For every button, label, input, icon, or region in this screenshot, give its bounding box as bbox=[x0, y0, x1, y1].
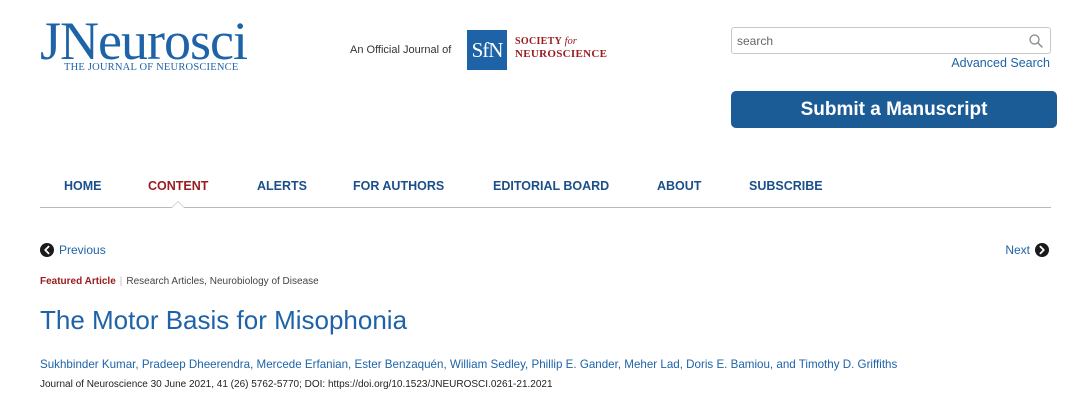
next-label: Next bbox=[1005, 243, 1030, 257]
sfn-society-name[interactable]: SOCIETY for NEUROSCIENCE bbox=[515, 35, 607, 61]
article-authors[interactable]: Sukhbinder Kumar, Pradeep Dheerendra, Me… bbox=[40, 358, 897, 371]
jneurosci-logo[interactable]: JNeurosci THE JOURNAL OF NEUROSCIENCE bbox=[40, 12, 300, 76]
article-citation: Journal of Neuroscience 30 June 2021, 41… bbox=[40, 379, 553, 390]
sfn-for-word: for bbox=[564, 36, 577, 47]
nav-item-about[interactable]: ABOUT bbox=[657, 179, 701, 193]
nav-item-alerts[interactable]: ALERTS bbox=[257, 179, 307, 193]
sfn-neuroscience-word: NEUROSCIENCE bbox=[515, 48, 608, 60]
active-nav-caret bbox=[171, 201, 185, 208]
search-box bbox=[731, 27, 1051, 54]
category-separator: | bbox=[119, 276, 123, 287]
logo-subtitle: THE JOURNAL OF NEUROSCIENCE bbox=[64, 62, 239, 73]
sfn-society-word: SOCIETY bbox=[515, 36, 562, 47]
nav-item-for-authors[interactable]: FOR AUTHORS bbox=[353, 179, 444, 193]
main-nav: HOME CONTENT ALERTS FOR AUTHORS EDITORIA… bbox=[40, 174, 1051, 208]
nav-item-home[interactable]: HOME bbox=[64, 179, 102, 193]
submit-manuscript-button[interactable]: Submit a Manuscript bbox=[731, 91, 1057, 128]
search-icon[interactable] bbox=[1028, 33, 1044, 49]
previous-label: Previous bbox=[59, 243, 106, 257]
next-article-link[interactable]: Next bbox=[1005, 243, 1049, 257]
article-category-line: Featured Article | Research Articles, Neur… bbox=[40, 276, 319, 287]
featured-article-label[interactable]: Featured Article bbox=[40, 276, 116, 287]
search-input[interactable] bbox=[732, 28, 1022, 53]
official-journal-text: An Official Journal of bbox=[350, 44, 452, 56]
nav-item-editorial-board[interactable]: EDITORIAL BOARD bbox=[493, 179, 609, 193]
previous-article-link[interactable]: Previous bbox=[40, 243, 106, 257]
nav-item-subscribe[interactable]: SUBSCRIBE bbox=[749, 179, 823, 193]
article-title: The Motor Basis for Misophonia bbox=[40, 305, 408, 335]
arrow-left-circle-icon bbox=[40, 243, 54, 257]
sfn-logo[interactable]: SfN bbox=[467, 30, 507, 70]
arrow-right-circle-icon bbox=[1035, 243, 1049, 257]
nav-item-content[interactable]: CONTENT bbox=[148, 179, 208, 193]
advanced-search-link[interactable]: Advanced Search bbox=[951, 56, 1050, 70]
article-categories: Research Articles, Neurobiology of Disea… bbox=[126, 276, 319, 287]
